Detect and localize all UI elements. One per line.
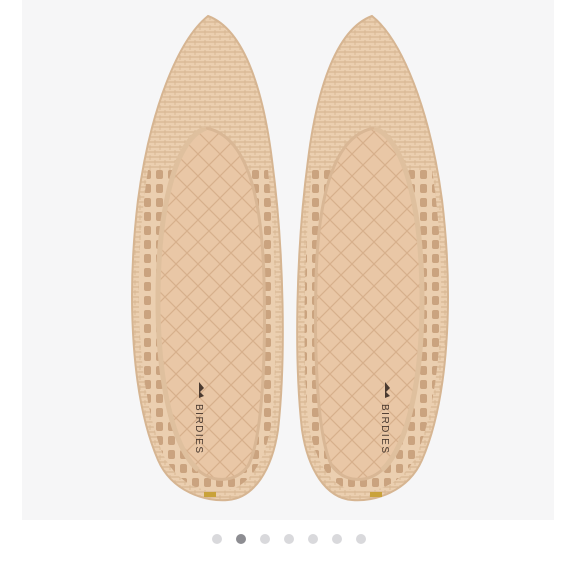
image-viewer: BIRDIES BIRDIES — [0, 0, 580, 580]
shoe-pair-illustration: BIRDIES BIRDIES — [131, 14, 449, 502]
carousel-dot[interactable] — [308, 534, 318, 544]
carousel-indicators — [0, 531, 580, 547]
carousel-dot[interactable] — [212, 534, 222, 544]
right-shoe: BIRDIES — [296, 14, 449, 502]
svg-text:BIRDIES: BIRDIES — [379, 404, 390, 455]
svg-text:BIRDIES: BIRDIES — [193, 404, 204, 455]
carousel-dot[interactable] — [284, 534, 294, 544]
carousel-dot-active[interactable] — [236, 534, 246, 544]
carousel-dot[interactable] — [356, 534, 366, 544]
product-photo[interactable]: BIRDIES BIRDIES — [22, 0, 554, 520]
left-shoe: BIRDIES — [131, 14, 284, 502]
carousel-dot[interactable] — [332, 534, 342, 544]
carousel-dot[interactable] — [260, 534, 270, 544]
